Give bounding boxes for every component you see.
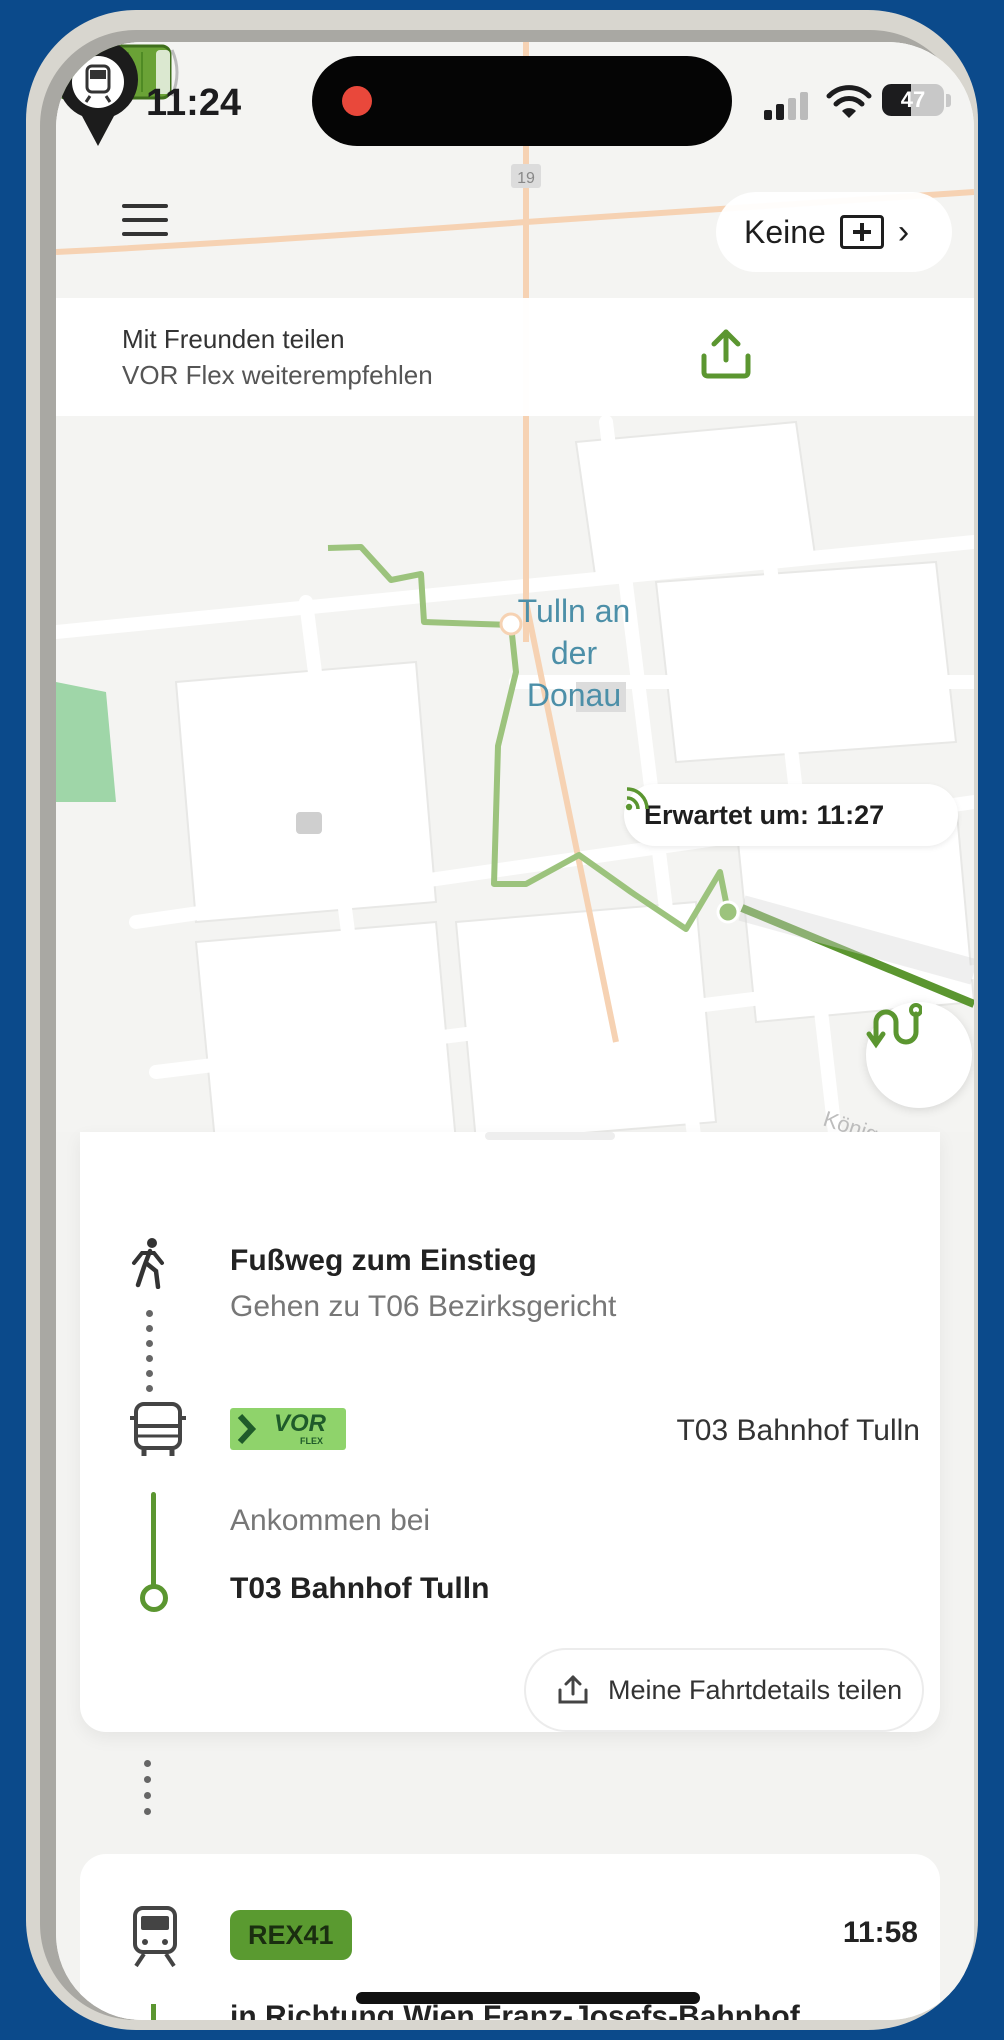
arrival-stop-marker (140, 1584, 168, 1612)
walk-connector-dots (146, 1310, 154, 1400)
train-ride-line (151, 2004, 156, 2020)
trip-details-sheet[interactable]: Fußweg zum Einstieg Gehen zu T06 Bezirks… (56, 1132, 974, 2020)
arrive-stop: T03 Bahnhof Tulln (230, 1572, 490, 1605)
ticket-label: Keine (744, 213, 826, 250)
flex-trip-card: Fußweg zum Einstieg Gehen zu T06 Bezirks… (80, 1132, 940, 1732)
bus-icon (130, 1402, 186, 1456)
battery-nub (946, 94, 951, 107)
route-overview-button[interactable] (866, 1002, 972, 1108)
vor-chevron-icon (237, 1413, 257, 1445)
train-line-badge: REX41 (230, 1910, 352, 1960)
train-departure-time: 11:58 (842, 1916, 918, 1949)
realtime-signal-icon (625, 787, 649, 811)
hamburger-icon (122, 204, 168, 208)
share-banner-subtitle: VOR Flex weiterempfehlen (122, 360, 433, 390)
menu-button[interactable] (122, 204, 168, 244)
home-indicator[interactable] (356, 1992, 700, 2004)
walking-person-icon (132, 1238, 164, 1289)
expected-time-badge: Erwartet um: 11:27 (624, 784, 958, 846)
share-icon (558, 1675, 588, 1704)
ride-line (151, 1492, 156, 1588)
vor-logo-text: VOR (274, 1410, 327, 1437)
vor-logo-subtext: FLEX (300, 1436, 324, 1446)
arrive-label: Ankommen bei (230, 1504, 431, 1537)
wifi-icon (826, 85, 872, 118)
place-label: Tulln an der Donau (517, 593, 631, 713)
train-icon (133, 1906, 177, 1968)
transfer-connector-dots (144, 1760, 152, 1830)
hamburger-icon-bar (122, 232, 168, 236)
vor-flex-logo: VOR FLEX (230, 1408, 346, 1450)
walk-subtitle: Gehen zu T06 Bezirksgericht (230, 1290, 617, 1323)
share-upload-icon[interactable] (696, 326, 756, 382)
share-trip-details-button[interactable]: Meine Fahrtdetails teilen (524, 1648, 924, 1732)
expected-time-text: Erwartet um: 11:27 (644, 799, 885, 830)
road-number-label: 19 (517, 170, 535, 187)
walk-title: Fußweg zum Einstieg (230, 1244, 537, 1277)
phone-screen: 19 Tulln an der Donau Erwartet um: 11:27… (56, 42, 974, 2020)
add-ticket-icon (839, 215, 884, 249)
train-station-pin[interactable] (56, 42, 140, 150)
cellular-signal-icon (764, 90, 810, 120)
ticket-selector-button[interactable]: Keine › (716, 192, 952, 272)
share-banner-title: Mit Freunden teilen (122, 324, 345, 354)
sheet-grabber[interactable] (485, 1132, 615, 1140)
status-time: 11:24 (146, 82, 242, 124)
hamburger-icon-bar (122, 218, 168, 222)
battery-percent: 47 (900, 87, 926, 112)
flex-destination: T03 Bahnhof Tulln (676, 1414, 920, 1447)
dynamic-island (312, 56, 732, 146)
share-banner[interactable]: Mit Freunden teilen VOR Flex weiterempfe… (56, 298, 974, 416)
battery-icon: 47 (882, 84, 944, 116)
route-icon (866, 1003, 922, 1049)
recording-indicator-icon (342, 86, 372, 116)
chevron-right-icon: › (897, 212, 910, 251)
share-trip-label: Meine Fahrtdetails teilen (608, 1674, 903, 1705)
